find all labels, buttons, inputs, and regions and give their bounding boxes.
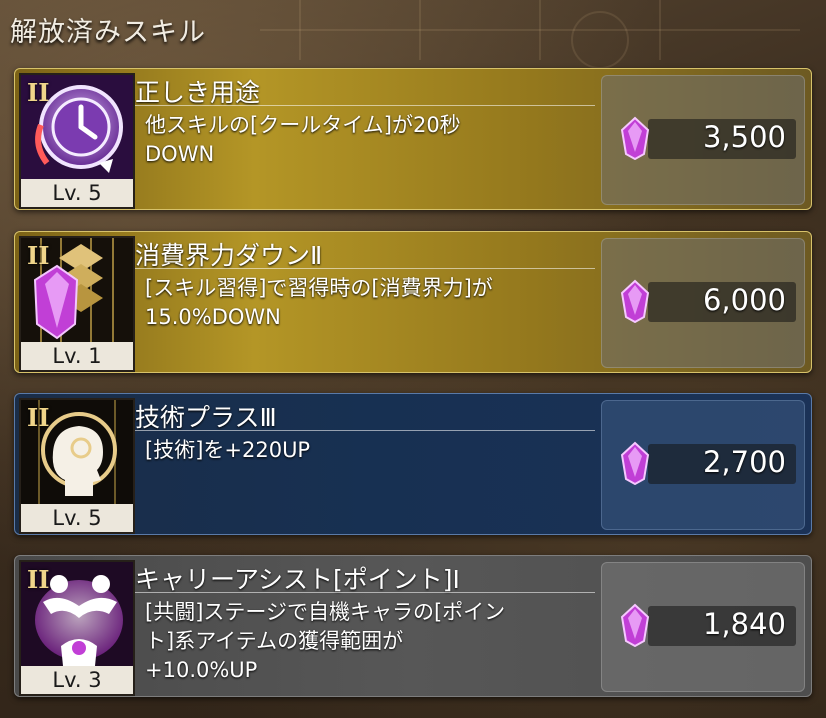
cost-value: 2,700 — [702, 445, 786, 479]
skill-rank: II — [27, 403, 50, 432]
cost-panel: 3,500 — [601, 75, 805, 205]
skill-level: Lv. 5 — [21, 179, 133, 207]
gem-icon — [620, 603, 650, 647]
skill-name: 技術プラスⅢ — [135, 403, 277, 432]
gem-icon — [620, 441, 650, 485]
divider — [135, 105, 595, 106]
cost-value: 1,840 — [702, 607, 786, 641]
skill-description: 他スキルの[クールタイム]が20秒 DOWN — [145, 111, 585, 169]
skill-description: [スキル習得]で習得時の[消費界力]が 15.0%DOWN — [145, 274, 585, 332]
skill-icon-frame: II Lv. 5 — [19, 398, 135, 534]
skill-icon-frame: II Lv. 1 — [19, 236, 135, 372]
description-line: [共闘]ステージで自機キャラの[ポイン — [145, 600, 506, 624]
skill-level: Lv. 5 — [21, 504, 133, 532]
cost-value: 3,500 — [702, 120, 786, 154]
description-line: 15.0%DOWN — [145, 305, 281, 329]
skill-icon-frame: II Lv. 5 — [19, 73, 135, 209]
skill-card-4[interactable]: II Lv. 3 キャリーアシスト[ポイント]Ⅰ [共闘]ステージで自機キャラの… — [14, 555, 812, 697]
description-line: DOWN — [145, 142, 215, 166]
description-line: ト]系アイテムの獲得範囲が — [145, 629, 404, 653]
gem-icon — [620, 116, 650, 160]
skill-icon-frame: II Lv. 3 — [19, 560, 135, 696]
skill-level: Lv. 3 — [21, 666, 133, 694]
skill-card-2[interactable]: II Lv. 1 消費界力ダウンⅡ [スキル習得]で習得時の[消費界力]が 15… — [14, 231, 812, 373]
description-line: 他スキルの[クールタイム]が20秒 — [145, 113, 461, 137]
gem-icon — [620, 279, 650, 323]
skill-rank: II — [27, 78, 50, 107]
cost-value: 6,000 — [702, 283, 786, 317]
skill-card-3[interactable]: II Lv. 5 技術プラスⅢ [技術]を+220UP 2,700 — [14, 393, 812, 535]
cost-panel: 1,840 — [601, 562, 805, 692]
skill-rank: II — [27, 241, 50, 270]
divider — [135, 430, 595, 431]
skill-name: 正しき用途 — [135, 78, 261, 107]
skill-description: [技術]を+220UP — [145, 436, 585, 465]
skill-name: キャリーアシスト[ポイント]Ⅰ — [135, 565, 460, 594]
screen-title: 解放済みスキル — [10, 17, 206, 48]
divider — [135, 592, 595, 593]
description-line: +10.0%UP — [145, 658, 258, 682]
divider — [135, 268, 595, 269]
skill-rank: II — [27, 565, 50, 594]
skill-description: [共闘]ステージで自機キャラの[ポイン ト]系アイテムの獲得範囲が +10.0%… — [145, 598, 585, 685]
skill-name: 消費界力ダウンⅡ — [135, 241, 323, 270]
cost-panel: 6,000 — [601, 238, 805, 368]
skill-level: Lv. 1 — [21, 342, 133, 370]
skill-card-1[interactable]: II Lv. 5 正しき用途 他スキルの[クールタイム]が20秒 DOWN 3,… — [14, 68, 812, 210]
cost-panel: 2,700 — [601, 400, 805, 530]
description-line: [技術]を+220UP — [145, 438, 311, 462]
description-line: [スキル習得]で習得時の[消費界力]が — [145, 276, 493, 300]
